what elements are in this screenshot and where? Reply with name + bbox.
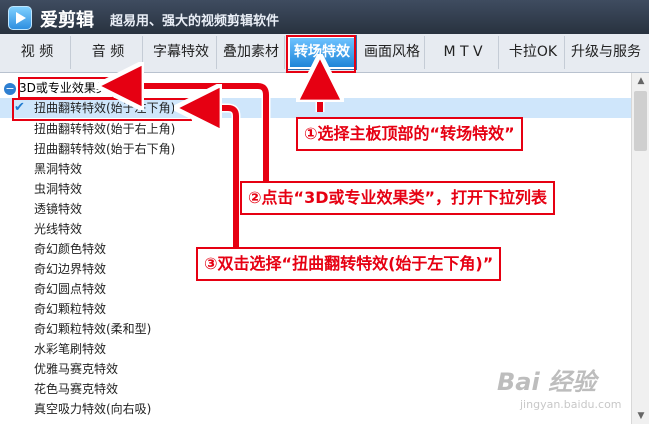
watermark-logo: Bai 经验 bbox=[497, 368, 597, 396]
step3-arrow bbox=[198, 108, 239, 265]
step2-arrow bbox=[120, 86, 269, 199]
watermark-url: jingyan.baidu.com bbox=[520, 398, 622, 411]
step3-callout: ③双击选择“扭曲翻转特效(始于左下角)” bbox=[196, 247, 502, 281]
step2-callout: ②点击“3D或专业效果类”，打开下拉列表 bbox=[240, 181, 555, 215]
step1-callout: ①选择主板顶部的“转场特效” bbox=[296, 117, 523, 151]
